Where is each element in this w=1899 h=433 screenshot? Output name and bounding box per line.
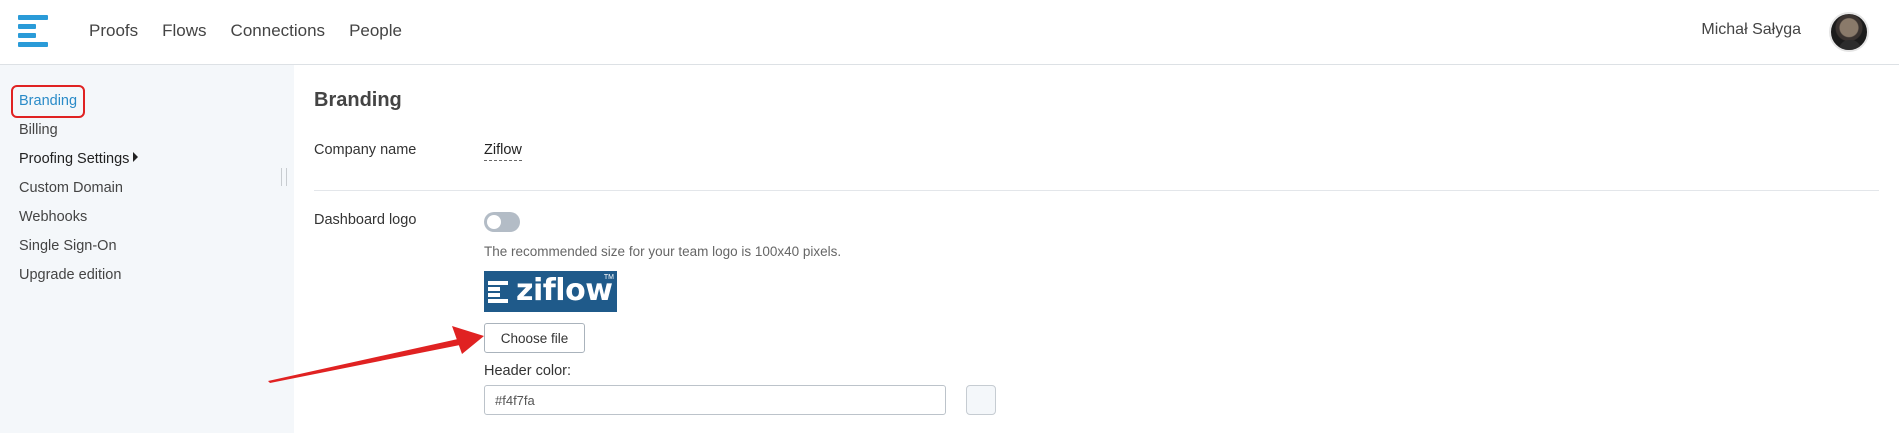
- nav-connections[interactable]: Connections: [231, 21, 326, 41]
- sidebar-item-branding[interactable]: Branding: [19, 93, 77, 109]
- header-color-label: Header color:: [484, 363, 572, 379]
- team-logo-preview: ziflow TM: [484, 271, 617, 312]
- toggle-knob: [487, 215, 501, 229]
- caret-right-icon: [133, 152, 139, 162]
- sidebar-item-proofing-settings[interactable]: Proofing Settings: [19, 151, 139, 167]
- sidebar-item-billing[interactable]: Billing: [19, 122, 58, 138]
- sidebar-item-webhooks[interactable]: Webhooks: [19, 209, 87, 225]
- nav-people[interactable]: People: [349, 21, 402, 41]
- header-color-swatch[interactable]: [966, 385, 996, 415]
- user-name[interactable]: Michał Sałyga: [1701, 21, 1801, 39]
- branding-panel: Branding Company name Ziflow Dashboard l…: [294, 65, 1899, 433]
- top-bar: Proofs Flows Connections People Michał S…: [0, 0, 1899, 65]
- dashboard-logo-toggle[interactable]: [484, 212, 520, 232]
- choose-file-button[interactable]: Choose file: [484, 323, 585, 353]
- logo-trademark: TM: [603, 274, 614, 281]
- avatar[interactable]: [1829, 12, 1869, 52]
- sidebar-item-custom-domain[interactable]: Custom Domain: [19, 180, 123, 196]
- company-name-label: Company name: [314, 142, 417, 158]
- nav-proofs[interactable]: Proofs: [89, 21, 138, 41]
- ziflow-bars-icon: [488, 281, 510, 303]
- ziflow-logo-icon[interactable]: [18, 15, 50, 47]
- dashboard-logo-label: Dashboard logo: [314, 212, 417, 228]
- sidebar-resize-handle[interactable]: [281, 168, 287, 186]
- sidebar-item-upgrade-edition[interactable]: Upgrade edition: [19, 267, 121, 283]
- nav-flows[interactable]: Flows: [162, 21, 206, 41]
- sidebar-item-single-sign-on[interactable]: Single Sign-On: [19, 238, 117, 254]
- header-color-input[interactable]: [484, 385, 946, 415]
- company-name-field[interactable]: Ziflow: [484, 142, 522, 161]
- section-divider: [314, 190, 1879, 191]
- logo-wordmark: ziflow: [516, 273, 613, 308]
- page-title: Branding: [314, 89, 402, 111]
- main-nav: Proofs Flows Connections People: [89, 21, 402, 41]
- logo-size-hint: The recommended size for your team logo …: [484, 244, 842, 259]
- sidebar-item-label: Proofing Settings: [19, 151, 130, 167]
